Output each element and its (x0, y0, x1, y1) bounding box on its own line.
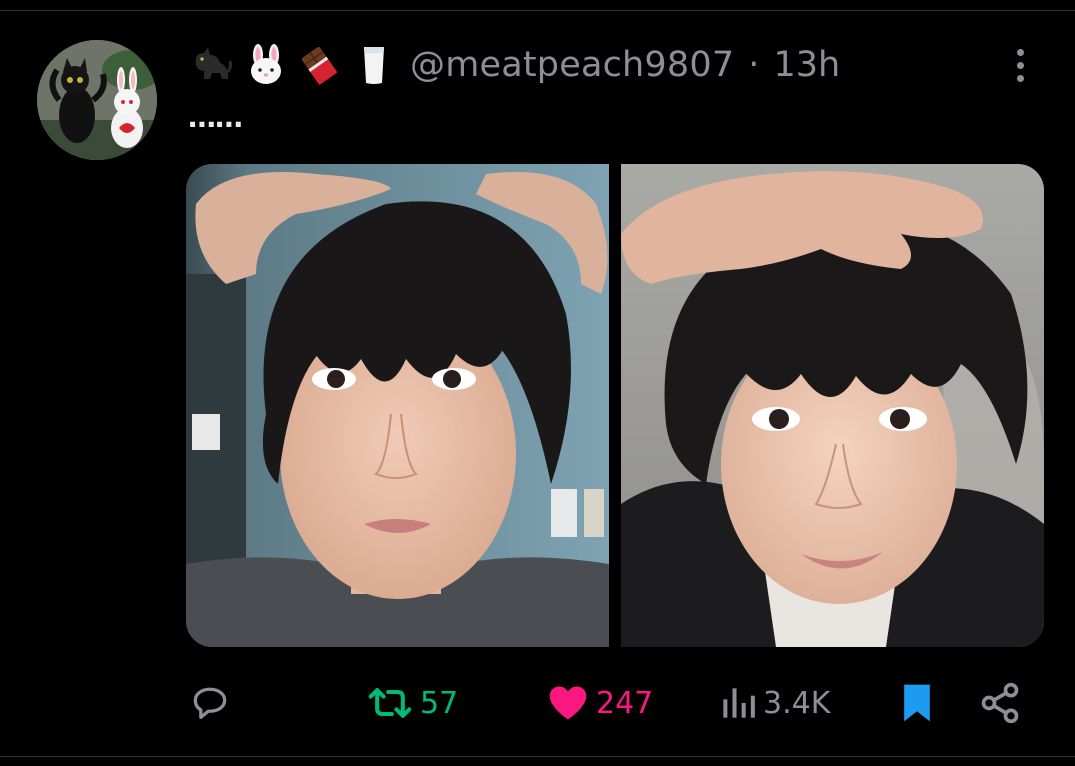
bookmark-button[interactable] (899, 676, 935, 730)
reply-button[interactable] (188, 676, 238, 730)
author-handle[interactable]: @meatpeach9807 (410, 45, 734, 85)
bottom-divider (0, 756, 1075, 757)
share-button[interactable] (978, 676, 1022, 730)
media-photo-1[interactable] (186, 164, 609, 647)
media-photo-2[interactable] (621, 164, 1044, 647)
tweet-text: ⋯⋯ (188, 108, 243, 141)
tweet-header: @meatpeach9807 · 13h (190, 38, 840, 92)
retweet-count: 57 (420, 685, 459, 721)
dot-icon (1016, 48, 1024, 56)
separator-dot: · (748, 45, 760, 85)
retweet-button[interactable]: 57 (366, 676, 458, 730)
dot-icon (1016, 61, 1024, 69)
tweet-timestamp[interactable]: 13h (773, 45, 840, 85)
reply-icon (193, 687, 227, 719)
author-display-name[interactable] (190, 43, 396, 87)
selfie-photo-2 (621, 164, 1044, 647)
like-button[interactable]: 247 (546, 676, 653, 730)
views-button[interactable]: 3.4K (719, 676, 830, 730)
milk-glass-emoji-icon (364, 47, 384, 84)
black-cat-emoji-icon (195, 47, 232, 79)
dot-icon (1016, 74, 1024, 82)
retweet-icon (368, 688, 412, 718)
views-chart-icon (723, 688, 755, 718)
like-count: 247 (596, 685, 654, 721)
tweet-media (186, 164, 1044, 647)
more-options-button[interactable] (1005, 42, 1035, 88)
rabbit-face-emoji-icon (251, 44, 281, 84)
avatar[interactable] (37, 40, 157, 160)
tweet-actions-bar: 57 247 3.4K (0, 676, 1075, 730)
share-icon (981, 682, 1019, 724)
top-divider (0, 10, 1075, 11)
heart-icon (549, 686, 587, 720)
view-count: 3.4K (763, 685, 831, 721)
selfie-photo-1 (186, 164, 609, 647)
chocolate-bar-emoji-icon (301, 46, 337, 85)
bookmark-icon (904, 684, 930, 722)
avatar-image (37, 40, 157, 160)
